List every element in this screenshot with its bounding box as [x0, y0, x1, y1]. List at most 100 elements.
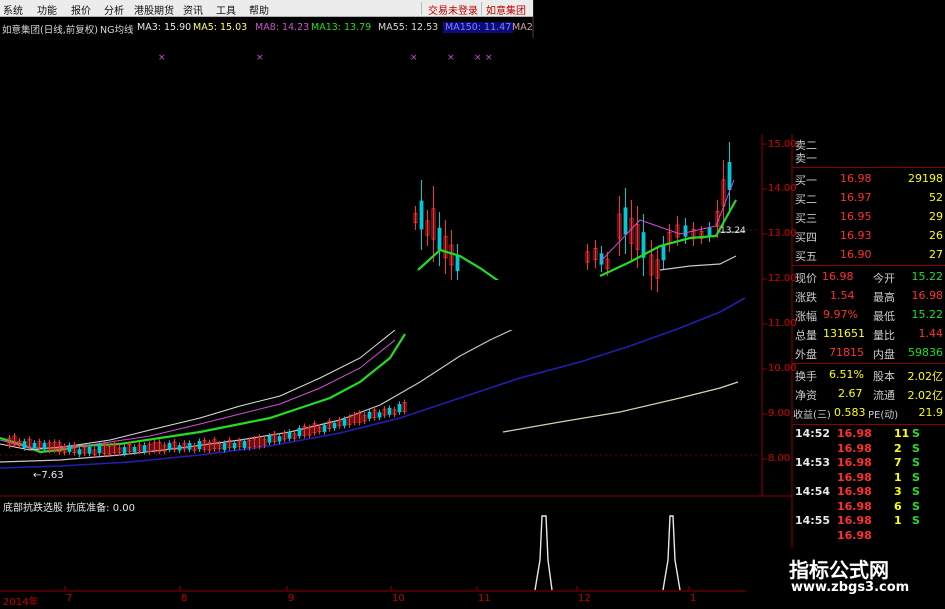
ma55-line-segment [502, 381, 739, 433]
menu-separator [421, 2, 422, 15]
buy-price: 16.93 [840, 229, 872, 242]
quote-value: 21.9 [918, 406, 944, 419]
quote-row: 涨幅 9.97% 最低 15.22 [792, 305, 945, 324]
quote-value: 16.98 [822, 270, 854, 283]
candle-body [387, 407, 392, 415]
price-label: 9.00 [768, 408, 791, 419]
buy-volume: 26 [929, 229, 943, 242]
quote-value: 16.98 [911, 289, 944, 302]
quote-label: 内盘 [873, 348, 895, 361]
x-axis-ticks [64, 586, 690, 591]
tick-volume: 2 [894, 441, 902, 455]
candle-body [22, 441, 27, 449]
quote-value: 1.54 [830, 289, 855, 302]
signal-marker: × [485, 53, 493, 63]
ma-info-bar: 如意集团(日线,前复权) NG均线 MA3: 15.90 MA5: 15.03 … [0, 22, 533, 36]
candle-body [437, 227, 442, 251]
quote-row: 收益(三) 0.583 PE(动) 21.9 [792, 403, 945, 422]
price-axis-ticks [762, 143, 767, 460]
menu-bar: 系统 功能 报价 分析 港股期货 资讯 工具 帮助 交易未登录 如意集团 [0, 0, 533, 17]
quote-label: 外盘 [795, 348, 817, 361]
menu-help[interactable]: 帮助 [249, 2, 269, 17]
order-book-buy-row[interactable]: 买二 16.97 52 [792, 188, 945, 207]
menu-hk-futures[interactable]: 港股期货 [134, 2, 174, 17]
quote-row: 总量 131651 量比 1.44 [792, 324, 945, 343]
sub-indicator-title[interactable]: 底部抗跌选股 抗底准备: 0.00 [3, 499, 135, 514]
x-axis-label: 10 [392, 593, 405, 604]
menu-system[interactable]: 系统 [3, 2, 23, 17]
candle-body [332, 422, 337, 429]
quote-label: 最高 [873, 291, 895, 304]
watermark-title: 指标公式网 [789, 558, 889, 582]
candle-body [397, 403, 402, 413]
signal-marker: × [410, 53, 418, 63]
indicator-name[interactable]: NG均线 [100, 22, 133, 36]
candle-body [97, 444, 102, 454]
order-book-buy-row[interactable]: 买三 16.95 29 [792, 207, 945, 226]
tick-price: 16.98 [837, 427, 872, 440]
order-book-buy-row[interactable]: 买五 16.90 27 [792, 245, 945, 264]
buy-label: 买五 [795, 250, 817, 263]
sub-indicator-spike-2 [662, 515, 681, 591]
tick-volume: 1 [894, 470, 902, 484]
menu-news[interactable]: 资讯 [183, 2, 203, 17]
current-price-annotation: 13.24 [720, 226, 746, 236]
menu-function[interactable]: 功能 [37, 2, 57, 17]
buy-volume: 27 [929, 248, 943, 261]
quote-row: 现价 16.98 今开 15.22 [792, 267, 945, 286]
divider [792, 265, 945, 266]
menu-tools[interactable]: 工具 [216, 2, 236, 17]
x-axis-label: 11 [478, 593, 491, 604]
buy-volume: 52 [929, 191, 943, 204]
price-label: 8.00 [768, 453, 791, 464]
quote-row: 净资 2.67 流通 2.02亿 [792, 384, 945, 403]
divider [792, 363, 945, 364]
tick-volume: 7 [894, 456, 902, 469]
order-book-buy-row[interactable]: 买四 16.93 26 [792, 226, 945, 245]
x-axis-label: 2014年 [3, 597, 39, 608]
divider [792, 167, 945, 168]
quote-value: 2.02亿 [907, 389, 944, 402]
quote-row: 涨跌 1.54 最高 16.98 [792, 286, 945, 305]
candle-body [122, 447, 127, 454]
quote-value: 9.97% [823, 308, 858, 321]
candle-body [727, 161, 732, 190]
candle-body [661, 245, 666, 261]
menu-quote[interactable]: 报价 [71, 2, 91, 17]
buy-volume: 29198 [908, 172, 943, 185]
quote-label: 换手 [795, 370, 817, 383]
candle-body [77, 449, 82, 455]
candle-body [297, 427, 302, 437]
candle-body [187, 442, 192, 450]
buy-label: 买四 [795, 231, 817, 244]
quote-value: 2.02亿 [907, 370, 944, 383]
candlesticks [7, 399, 407, 458]
candle-body [232, 442, 237, 449]
signal-marker: × [256, 53, 264, 63]
tick-time: 14:55 [795, 514, 831, 527]
candle-body [367, 411, 372, 419]
candle-body [132, 446, 137, 453]
tick-side: S [912, 470, 920, 484]
candle-body [87, 446, 92, 454]
quote-value: 0.583 [834, 406, 866, 419]
menu-analysis[interactable]: 分析 [104, 2, 124, 17]
quote-label: 涨幅 [795, 310, 817, 323]
stock-name-link[interactable]: 如意集团 [486, 2, 526, 17]
tick-price: 16.98 [837, 456, 872, 469]
tick-row: 14:54 16.98 3 S [792, 484, 945, 499]
ma55-line-upper [659, 255, 737, 271]
tick-row: 16.98 1 S [792, 470, 945, 485]
trade-login-link[interactable]: 交易未登录 [428, 2, 478, 17]
x-axis-label: 12 [578, 593, 591, 604]
quote-label: 现价 [795, 272, 817, 285]
tick-row: 16.98 2 S [792, 441, 945, 456]
tick-row: 16.98 6 S [792, 499, 945, 514]
order-book-buy-row[interactable]: 买一 16.98 29198 [792, 169, 945, 188]
ma2-value: MA2 [512, 22, 533, 33]
candle-body [322, 425, 327, 432]
candle-body [342, 419, 347, 426]
buy-price: 16.98 [840, 172, 872, 185]
candle-body [242, 441, 247, 448]
tick-row: 14:52 16.98 11 S [792, 426, 945, 441]
